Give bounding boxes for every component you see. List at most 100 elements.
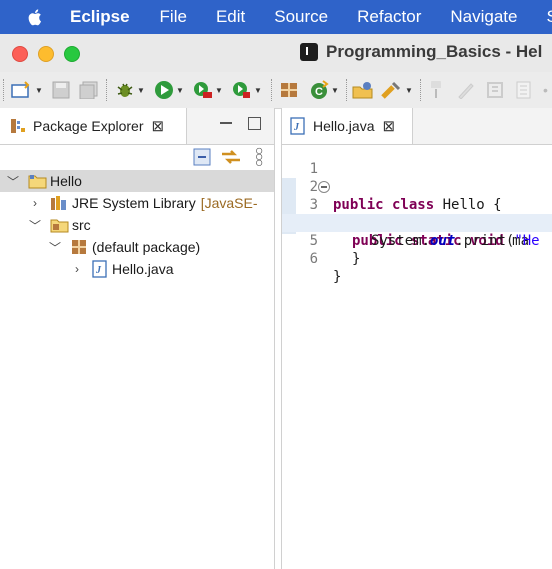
close-window-button[interactable] [12,46,28,62]
chevron-down-icon[interactable]: ▼ [331,86,339,95]
project-folder-icon [28,173,48,189]
chevron-down-icon[interactable]: ▼ [405,86,413,95]
save-all-icon [79,81,98,99]
close-icon[interactable]: ⊠ [382,117,395,135]
chevron-down-icon[interactable]: ▼ [35,86,43,95]
menu-app-eclipse[interactable]: Eclipse [70,7,130,27]
java-file-icon: J [92,260,108,278]
debug-button[interactable]: ▼ [115,80,145,100]
tree-item-jre-library[interactable]: › JRE System Library [JavaSE- [0,192,274,214]
coverage-button[interactable]: ▼ [193,80,223,100]
tree-item-label: JRE System Library [72,195,196,211]
toolbar-separator [106,79,108,101]
link-with-editor-icon[interactable] [220,148,242,171]
collapse-all-icon[interactable] [193,148,211,171]
code-line[interactable]: 1 [282,142,552,177]
chevron-right-icon[interactable]: › [28,196,42,210]
chevron-down-icon[interactable]: ▼ [215,86,223,95]
zoom-window-button[interactable] [64,46,80,62]
class-icon: C [311,80,329,99]
tab-package-explorer[interactable]: Package Explorer ⊠ [0,108,187,144]
search-button[interactable]: ▼ [381,80,413,100]
toolbar-separator [420,79,422,101]
toolbar-separator [271,79,273,101]
external-tools-icon [233,82,250,98]
save-all-button[interactable] [79,80,99,100]
chevron-down-icon[interactable]: ﹀ [6,173,20,190]
highlight-icon [431,81,441,98]
view-menu-icon[interactable]: ○ ○ ○ [255,143,263,169]
tree-item-src-folder[interactable]: ﹀ src [0,214,274,236]
main-toolbar: ▼ ▼ ▼ ▼ ▼ C ▼ ▼ • [0,72,552,109]
editor-tab-row: J Hello.java ⊠ [282,108,552,145]
whitespace-icon [487,82,503,98]
toolbar-separator [346,79,348,101]
library-icon [50,195,68,211]
chevron-down-icon[interactable]: ▼ [176,86,184,95]
show-whitespace-button[interactable] [486,80,506,100]
minimize-view-button[interactable] [220,122,232,124]
code-line-current[interactable]: 5 } [282,214,552,267]
tree-item-hello-java[interactable]: › J Hello.java [0,258,274,280]
flashlight-icon [381,81,401,99]
package-icon [70,239,88,255]
new-icon [11,81,30,98]
minimize-window-button[interactable] [38,46,54,62]
close-icon[interactable]: ⊠ [152,117,165,135]
open-type-icon [352,82,373,99]
menu-edit[interactable]: Edit [216,7,245,27]
new-java-package-button[interactable] [279,80,299,100]
java-editor: J Hello.java ⊠ 1 2 public class Hello { … [281,108,552,569]
toolbar-overflow[interactable]: • [543,80,548,100]
code-line[interactable]: 4 System.out.print("He [282,196,552,249]
chevron-down-icon[interactable]: ▼ [137,86,145,95]
chevron-down-icon[interactable]: ﹀ [28,217,42,234]
svg-text:J: J [95,265,102,276]
external-tools-button[interactable]: ▼ [232,80,262,100]
show-javadoc-button[interactable] [515,80,533,100]
menu-bar: Eclipse File Edit Source Refactor Naviga… [0,0,552,34]
new-wizard-button[interactable]: ▼ [11,80,43,100]
code-text: } [333,269,342,285]
chevron-right-icon[interactable]: › [70,262,84,276]
menu-refactor[interactable]: Refactor [357,7,421,27]
save-button[interactable] [52,80,70,100]
tree-item-label: (default package) [92,239,201,255]
package-explorer-view: Package Explorer ⊠ ○ ○ ○ ﹀ Hello › JRE Sys… [0,108,275,569]
bug-icon [117,83,133,97]
tab-hello-java-label: Hello.java [313,118,375,134]
line-number: 6 [309,251,318,267]
collapse-fold-icon[interactable] [318,181,330,193]
code-line[interactable]: 3 public static void ma [282,178,552,249]
tree-item-default-package[interactable]: ﹀ (default package) [0,236,274,258]
tab-hello-java[interactable]: J Hello.java ⊠ [282,108,413,144]
code-line[interactable]: 6 } [282,232,552,285]
window-title: Programming_Basics - Hel [300,42,542,62]
menu-search[interactable]: S [546,7,552,27]
toggle-block-selection-button[interactable] [456,80,476,100]
tree-item-hello-project[interactable]: ﹀ Hello [0,170,274,192]
menu-file[interactable]: File [160,7,187,27]
toggle-mark-occurrences-button[interactable] [427,80,447,100]
save-icon [52,81,70,99]
new-java-class-button[interactable]: C ▼ [309,80,339,100]
pen-icon [458,83,474,99]
toolbar-grip [3,79,5,101]
window-title-text: Programming_Basics - Hel [326,42,543,61]
package-explorer-tab-row: Package Explorer ⊠ [0,108,274,145]
run-button[interactable]: ▼ [154,80,184,100]
chevron-down-icon[interactable]: ﹀ [48,239,62,256]
workspace-icon [300,43,318,61]
source-folder-icon [50,217,70,233]
open-type-button[interactable] [352,80,374,100]
menu-source[interactable]: Source [274,7,328,27]
tab-package-explorer-label: Package Explorer [33,118,144,134]
code-line[interactable]: 2 public class Hello { [282,160,552,213]
document-icon [516,81,531,99]
java-file-icon: J [290,117,306,135]
maximize-view-button[interactable] [248,117,261,130]
tree-item-label: src [72,217,91,233]
menu-navigate[interactable]: Navigate [450,7,517,27]
apple-icon[interactable] [28,8,44,26]
chevron-down-icon[interactable]: ▼ [254,86,262,95]
